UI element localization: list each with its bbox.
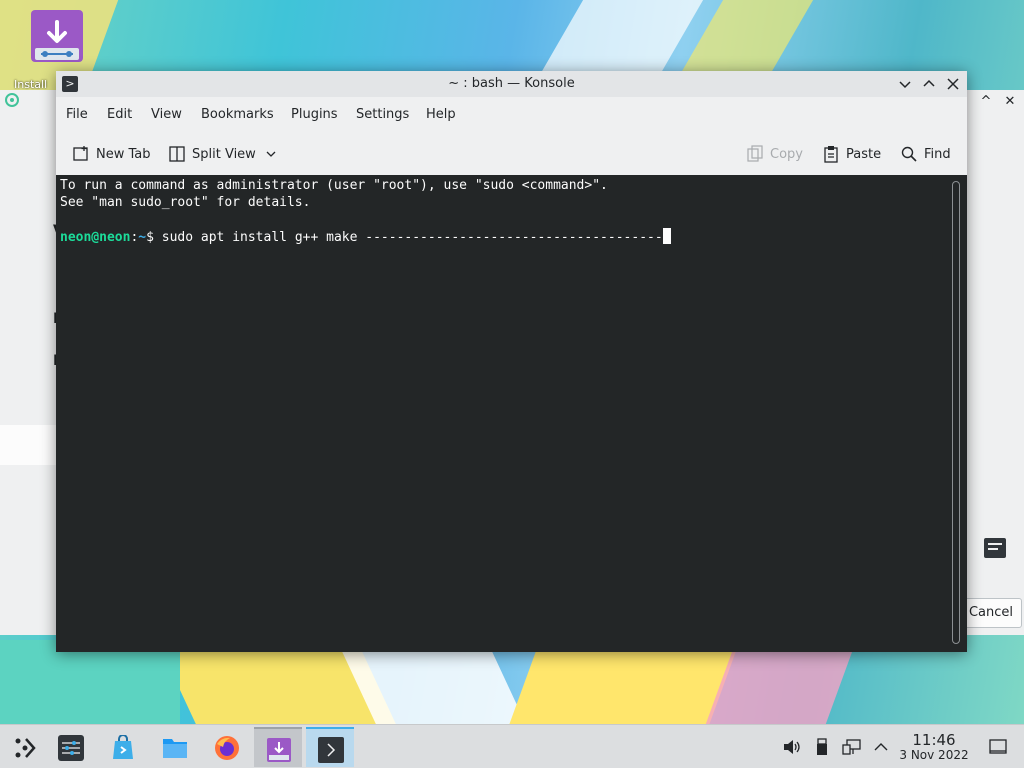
scrollbar[interactable]	[952, 181, 960, 644]
menu-file[interactable]: File	[66, 107, 88, 122]
chevron-up-icon	[923, 79, 935, 87]
menu-edit[interactable]: Edit	[107, 107, 132, 122]
taskbar-firefox[interactable]	[202, 727, 250, 767]
konsole-window: > ~ : bash — Konsole File Edit View Book…	[56, 71, 967, 652]
search-icon	[900, 145, 918, 163]
new-tab-icon	[72, 145, 90, 163]
taskbar-konsole[interactable]	[306, 727, 354, 767]
find-button[interactable]: Find	[900, 143, 951, 165]
launcher-icon	[15, 738, 36, 758]
terminal-prompt-line: neon@neon:~$ sudo apt install g++ make -…	[60, 228, 671, 246]
title-bar[interactable]: > ~ : bash — Konsole	[56, 71, 967, 97]
command-text: sudo apt install g++ make --------------…	[161, 230, 663, 245]
menu-help[interactable]: Help	[426, 107, 456, 122]
clock-time[interactable]: 11:46	[900, 731, 968, 749]
close-icon	[947, 78, 959, 90]
cancel-button[interactable]: Cancel	[960, 598, 1022, 628]
taskbar-file-manager[interactable]	[150, 727, 198, 767]
copy-icon	[746, 145, 764, 163]
split-view-button[interactable]: Split View	[168, 143, 280, 165]
text-cursor	[662, 228, 671, 244]
network-icon[interactable]	[842, 737, 862, 757]
chevron-down-icon	[262, 145, 280, 163]
split-view-icon	[168, 145, 186, 163]
paste-label: Paste	[846, 146, 882, 162]
copy-label: Copy	[770, 146, 803, 162]
taskbar-system-settings[interactable]	[46, 727, 94, 767]
installer-tool-icon[interactable]	[984, 538, 1006, 558]
window-title: ~ : bash — Konsole	[448, 76, 575, 91]
copy-button[interactable]: Copy	[746, 143, 803, 165]
find-label: Find	[924, 146, 951, 162]
chevron-down-icon	[899, 81, 911, 89]
application-launcher-button[interactable]	[0, 727, 48, 767]
installer-close-icon[interactable]: ✕	[1000, 92, 1020, 112]
toolbar: New Tab Split View Copy Paste Find	[56, 133, 967, 173]
installer-status-icon	[5, 93, 19, 107]
expand-tray-icon[interactable]	[871, 737, 891, 757]
prompt-path: ~	[138, 230, 147, 245]
firefox-icon	[215, 736, 239, 760]
show-desktop-icon[interactable]	[988, 737, 1008, 757]
installer-icon	[267, 738, 291, 762]
menu-plugins[interactable]: Plugins	[291, 107, 338, 122]
volume-icon[interactable]	[782, 737, 802, 757]
taskbar: 11:46 3 Nov 2022	[0, 724, 1024, 768]
menu-bar: File Edit View Bookmarks Plugins Setting…	[56, 97, 967, 131]
close-button[interactable]	[944, 75, 962, 93]
installer-maximize-icon[interactable]: ^	[976, 92, 996, 112]
maximize-button[interactable]	[920, 75, 938, 93]
paste-button[interactable]: Paste	[822, 143, 881, 165]
terminal-view[interactable]: To run a command as administrator (user …	[56, 175, 967, 652]
terminal-icon	[318, 737, 344, 763]
prompt-user: neon@neon	[60, 230, 131, 245]
paste-icon	[822, 145, 840, 163]
menu-settings[interactable]: Settings	[356, 107, 409, 122]
new-tab-button[interactable]: New Tab	[72, 143, 151, 165]
installer-list-row	[0, 425, 60, 465]
menu-bookmarks[interactable]: Bookmarks	[201, 107, 274, 122]
terminal-line: To run a command as administrator (user …	[60, 178, 608, 193]
taskbar-installer[interactable]	[254, 727, 302, 767]
folder-icon	[163, 739, 187, 758]
clock-date[interactable]: 3 Nov 2022	[896, 748, 972, 762]
installer-icon	[31, 10, 83, 62]
menu-view[interactable]: View	[151, 107, 182, 122]
minimize-button[interactable]	[896, 75, 914, 93]
terminal-line: See "man sudo_root" for details.	[60, 195, 311, 210]
discover-icon	[113, 735, 133, 759]
new-tab-label: New Tab	[96, 146, 151, 162]
usb-device-icon[interactable]	[812, 737, 832, 757]
taskbar-discover[interactable]	[98, 727, 146, 767]
settings-icon	[58, 735, 84, 761]
split-view-label: Split View	[192, 146, 256, 162]
prompt-symbol: $	[146, 230, 162, 245]
